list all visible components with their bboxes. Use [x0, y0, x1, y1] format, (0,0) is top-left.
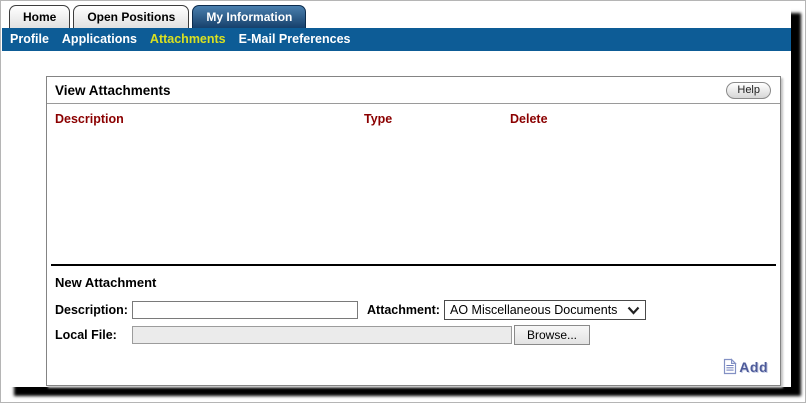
local-file-field[interactable] [132, 326, 512, 344]
attachment-select-value: AO Miscellaneous Documents [450, 303, 617, 317]
panel-title: View Attachments [55, 83, 171, 98]
sub-nav-bar: Profile Applications Attachments E-Mail … [2, 28, 791, 51]
top-tab-bar: Home Open Positions My Information [2, 2, 791, 28]
attachments-table-header: Description Type Delete [47, 104, 780, 132]
column-header-delete: Delete [510, 112, 772, 126]
document-icon [723, 358, 737, 375]
description-label: Description: [55, 303, 132, 317]
nav-item-attachments[interactable]: Attachments [150, 28, 226, 51]
add-button[interactable]: Add [723, 358, 768, 375]
tab-open-positions[interactable]: Open Positions [73, 5, 189, 28]
chevron-down-icon [627, 306, 640, 315]
local-file-row: Local File: Browse... [47, 323, 780, 348]
description-row: Description: Attachment: AO Miscellaneou… [47, 298, 780, 323]
screenshot-frame: Home Open Positions My Information Profi… [0, 0, 806, 403]
app-window: Home Open Positions My Information Profi… [2, 2, 791, 387]
attachment-select[interactable]: AO Miscellaneous Documents [444, 300, 646, 320]
tab-home[interactable]: Home [9, 5, 70, 28]
description-input[interactable] [132, 301, 358, 319]
new-attachment-title: New Attachment [47, 266, 780, 298]
help-button[interactable]: Help [726, 82, 771, 99]
nav-item-applications[interactable]: Applications [62, 28, 137, 51]
panel-header: View Attachments Help [47, 77, 780, 104]
column-header-description: Description [55, 112, 364, 126]
browse-button[interactable]: Browse... [514, 325, 590, 345]
add-button-label: Add [739, 359, 768, 375]
nav-item-email-preferences[interactable]: E-Mail Preferences [239, 28, 351, 51]
column-header-type: Type [364, 112, 510, 126]
local-file-label: Local File: [55, 328, 132, 342]
attachment-label: Attachment: [367, 303, 444, 317]
tab-my-information[interactable]: My Information [192, 5, 306, 28]
nav-item-profile[interactable]: Profile [10, 28, 49, 51]
add-row: Add [47, 348, 780, 385]
view-attachments-panel: View Attachments Help Description Type D… [46, 76, 781, 386]
attachments-table-body-empty [47, 132, 780, 264]
